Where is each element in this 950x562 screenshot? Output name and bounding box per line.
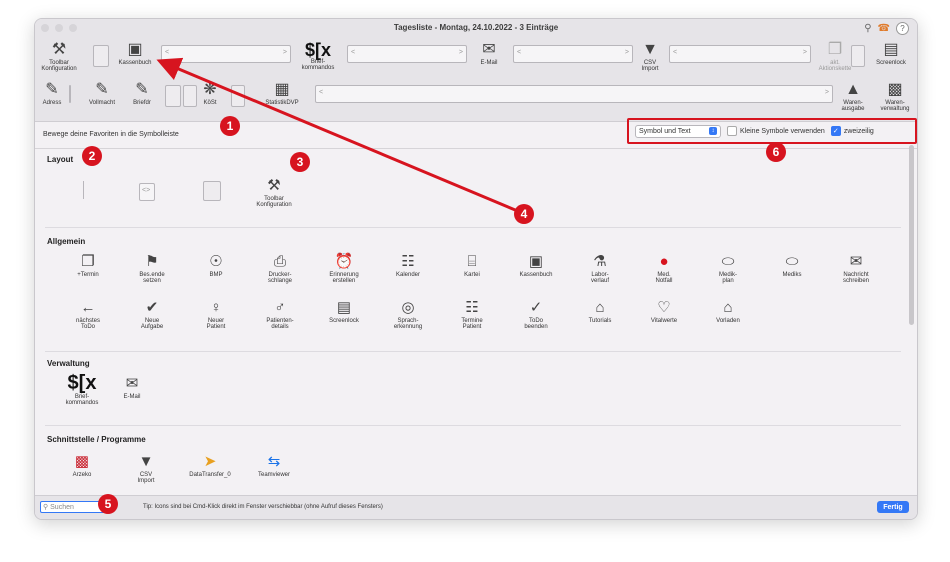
- annotation-arrow-line: [156, 57, 521, 214]
- annotation-arrow: [156, 57, 521, 214]
- annotation-badge-1: 1: [220, 116, 240, 136]
- annotation-badge-3: 3: [290, 152, 310, 172]
- annotation-badge-4: 4: [514, 204, 534, 224]
- annotation-badge-2: 2: [82, 146, 102, 166]
- annotation-badge-5: 5: [98, 494, 118, 514]
- annotation-badge-6: 6: [766, 142, 786, 162]
